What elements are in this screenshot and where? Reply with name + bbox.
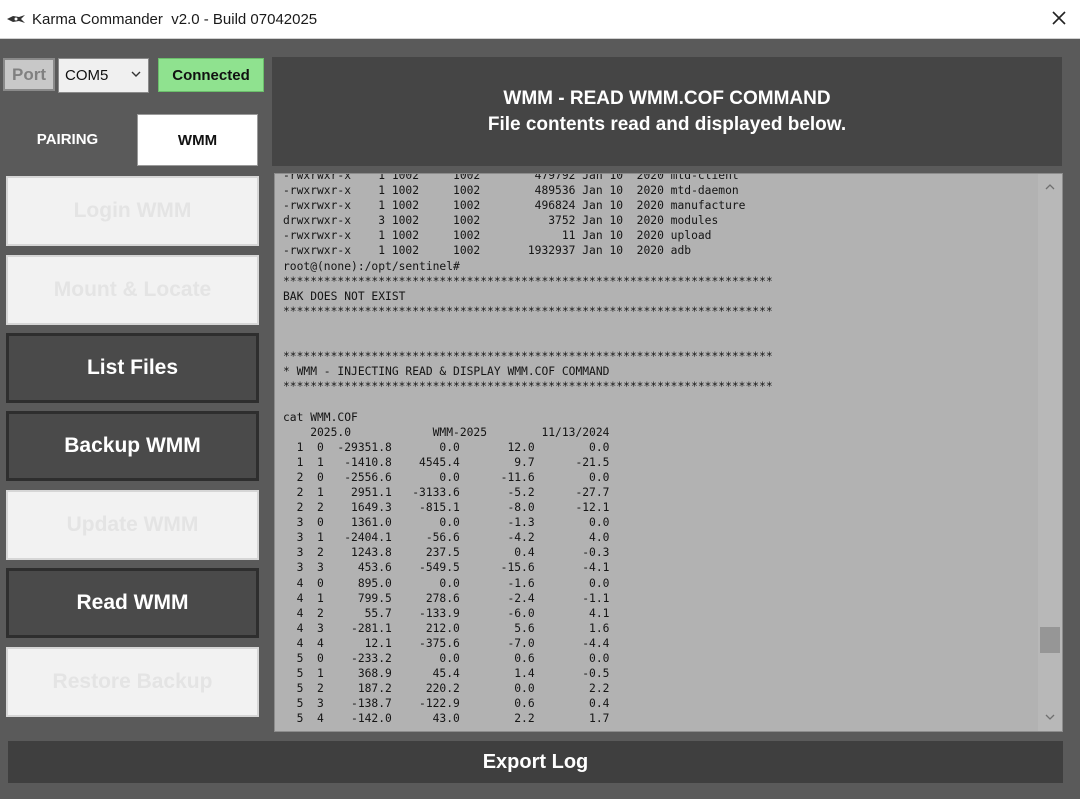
log-line: -rwxrwxr-x 1 1002 1002 479792 Jan 10 202… [283,173,739,182]
log-line: 5 3 -138.7 -122.9 0.6 0.4 [283,697,610,711]
log-line: 4 3 -281.1 212.0 5.6 1.6 [283,621,610,635]
log-line: * WMM - INJECTING READ & DISPLAY WMM.COF… [283,365,610,379]
log-line: 4 2 55.7 -133.9 -6.0 4.1 [283,606,610,620]
close-icon [1052,11,1066,25]
log-line: 2 2 1649.3 -815.1 -8.0 -12.1 [283,501,610,515]
title-bar: Karma Commander v2.0 - Build 07042025 [0,0,1080,39]
log-line: 5 1 368.9 45.4 1.4 -0.5 [283,667,610,681]
log-line: 5 2 187.2 220.2 0.0 2.2 [283,682,610,696]
log-line: 5 4 -142.0 43.0 2.2 1.7 [283,712,610,726]
log-line: -rwxrwxr-x 1 1002 1002 489536 Jan 10 202… [283,184,739,198]
chevron-down-icon [131,71,141,77]
log-line: BAK DOES NOT EXIST [283,289,406,303]
list-files-button[interactable]: List Files [6,333,259,403]
window-title: Karma Commander v2.0 - Build 07042025 [32,10,318,28]
update-wmm-button[interactable]: Update WMM [6,490,259,560]
log-scrollbar[interactable] [1038,174,1062,731]
log-line: ****************************************… [283,304,773,318]
log-line: 1 1 -1410.8 4545.4 9.7 -21.5 [283,455,610,469]
backup-wmm-button[interactable]: Backup WMM [6,411,259,481]
log-line: ****************************************… [283,350,773,364]
mount-locate-button[interactable]: Mount & Locate [6,255,259,325]
scroll-down-icon[interactable] [1044,712,1056,722]
app-icon [7,15,25,23]
log-line: -rwxrwxr-x 1 1002 1002 496824 Jan 10 202… [283,199,746,213]
scroll-up-icon[interactable] [1044,182,1056,192]
port-label: Port [3,58,55,91]
log-line: -rwxrwxr-x 1 1002 1002 11 Jan 10 2020 up… [283,229,712,243]
log-line: 2025.0 WMM-2025 11/13/2024 [283,425,610,439]
log-line: 4 0 895.0 0.0 -1.6 0.0 [283,576,610,590]
header-subtitle: File contents read and displayed below. [487,113,847,135]
scrollbar-thumb[interactable] [1040,627,1060,653]
command-header: WMM - READ WMM.COF COMMAND File contents… [272,57,1062,166]
log-line: -rwxrwxr-x 1 1002 1002 1932937 Jan 10 20… [283,244,692,258]
com-port-select[interactable]: COM5 [58,58,149,93]
login-wmm-button[interactable]: Login WMM [6,176,259,246]
tab-pairing[interactable]: PAIRING [6,114,129,164]
restore-backup-button[interactable]: Restore Backup [6,647,259,717]
log-line: 3 3 453.6 -549.5 -15.6 -4.1 [283,561,610,575]
close-button[interactable] [1048,7,1070,29]
read-wmm-button[interactable]: Read WMM [6,568,259,638]
export-log-button[interactable]: Export Log [8,741,1063,783]
com-port-value: COM5 [65,67,109,84]
log-line: 4 1 799.5 278.6 -2.4 -1.1 [283,591,610,605]
log-line: drwxrwxr-x 3 1002 1002 3752 Jan 10 2020 … [283,214,719,228]
log-line: 3 0 1361.0 0.0 -1.3 0.0 [283,516,610,530]
header-title: WMM - READ WMM.COF COMMAND [503,87,831,109]
log-line: 5 0 -233.2 0.0 0.6 0.0 [283,652,610,665]
log-line: 4 4 12.1 -375.6 -7.0 -4.4 [283,636,610,650]
log-line: 2 1 2951.1 -3133.6 -5.2 -27.7 [283,485,610,499]
tab-wmm[interactable]: WMM [137,114,258,166]
log-line: 1 0 -29351.8 0.0 12.0 0.0 [283,440,610,454]
log-text: -rwxrwxr-x 1 1002 1002 479792 Jan 10 202… [283,173,773,726]
log-line: cat WMM.COF [283,410,358,424]
log-line: 3 1 -2404.1 -56.6 -4.2 4.0 [283,531,610,545]
log-line: 3 2 1243.8 237.5 0.4 -0.3 [283,546,610,560]
log-line: ****************************************… [283,380,773,394]
log-line: root@(none):/opt/sentinel# [283,259,460,273]
log-line: ****************************************… [283,274,773,288]
connection-status-badge: Connected [158,58,264,92]
log-output[interactable]: -rwxrwxr-x 1 1002 1002 479792 Jan 10 202… [274,173,1063,732]
log-line: 2 0 -2556.6 0.0 -11.6 0.0 [283,470,610,484]
